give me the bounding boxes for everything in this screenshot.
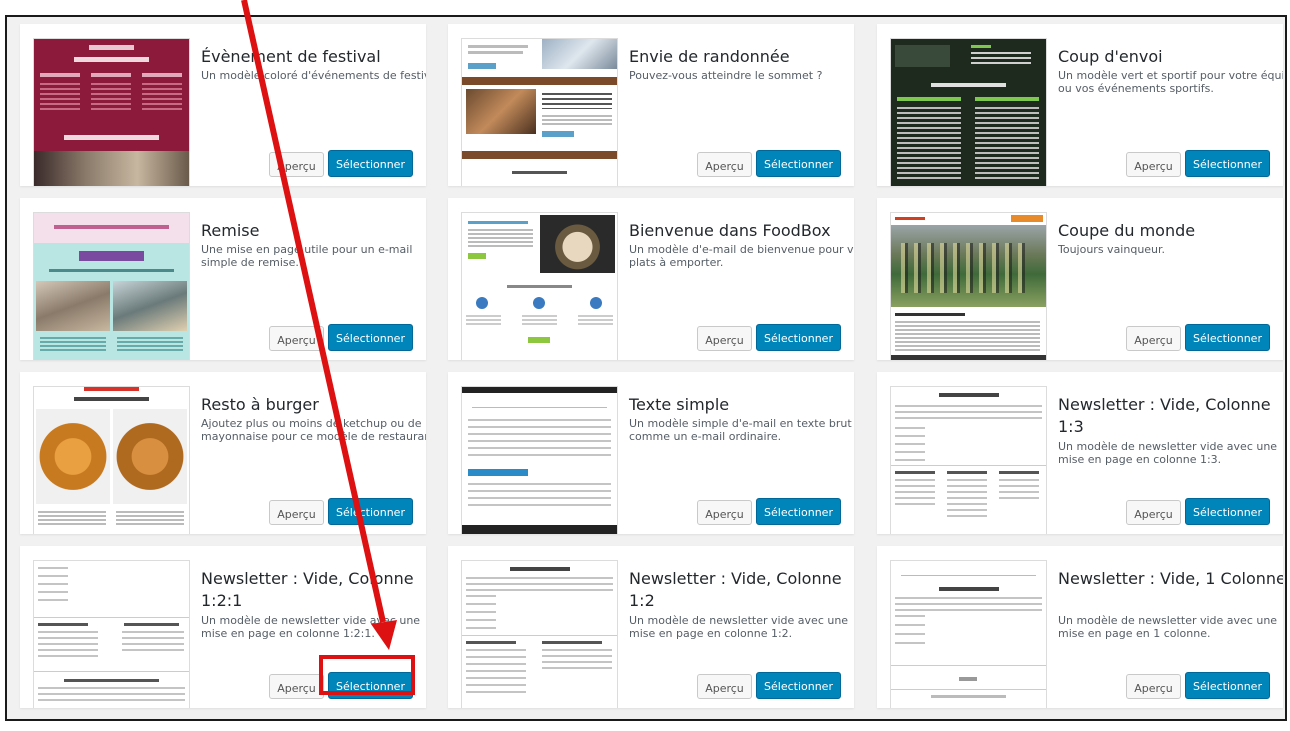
template-card-randonnee: Envie de randonnée Pouvez-vous atteindre…: [448, 24, 854, 186]
template-description: Un modèle de newsletter vide avec une mi…: [201, 614, 421, 640]
select-button[interactable]: Sélectionner: [756, 498, 841, 525]
select-button[interactable]: Sélectionner: [756, 324, 841, 351]
template-card-newsletter-1-2-1: Newsletter : Vide, Colonne 1:2:1 Un modè…: [20, 546, 426, 708]
preview-button[interactable]: Aperçu: [269, 500, 324, 525]
template-title: Envie de randonnée: [629, 47, 790, 66]
select-button[interactable]: Sélectionner: [756, 672, 841, 699]
preview-button[interactable]: Aperçu: [697, 152, 752, 177]
preview-button[interactable]: Aperçu: [697, 326, 752, 351]
select-button[interactable]: Sélectionner: [1185, 498, 1270, 525]
select-button[interactable]: Sélectionner: [328, 324, 413, 351]
template-card-newsletter-1-colonne: Newsletter : Vide, 1 Colonne Un modèle d…: [877, 546, 1283, 708]
template-title: Resto à burger: [201, 395, 319, 414]
template-title: Évènement de festival: [201, 47, 381, 66]
template-thumbnail[interactable]: [461, 386, 618, 534]
template-description: Un modèle vert et sportif pour votre équ…: [1058, 69, 1283, 95]
select-button[interactable]: Sélectionner: [1185, 324, 1270, 351]
template-card-remise: Remise Une mise en page utile pour un e-…: [20, 198, 426, 360]
template-title: Newsletter : Vide, Colonne 1:3: [1058, 395, 1271, 436]
select-button[interactable]: Sélectionner: [1185, 150, 1270, 177]
select-button[interactable]: Sélectionner: [328, 498, 413, 525]
template-thumbnail[interactable]: [890, 386, 1047, 534]
template-title: Coupe du monde: [1058, 221, 1196, 240]
select-button[interactable]: Sélectionner: [1185, 672, 1270, 699]
template-description: Un modèle de newsletter vide avec une mi…: [1058, 614, 1278, 640]
template-card-newsletter-1-3: Newsletter : Vide, Colonne 1:3 Un modèle…: [877, 372, 1283, 534]
template-title: Coup d'envoi: [1058, 47, 1163, 66]
template-thumbnail[interactable]: [890, 38, 1047, 186]
template-description: Un modèle coloré d'événements de festiva…: [201, 69, 426, 82]
preview-button[interactable]: Aperçu: [1126, 500, 1181, 525]
template-card-newsletter-1-2: Newsletter : Vide, Colonne 1:2 Un modèle…: [448, 546, 854, 708]
select-button[interactable]: Sélectionner: [328, 150, 413, 177]
template-card-foodbox: Bienvenue dans FoodBox Un modèle d'e-mai…: [448, 198, 854, 360]
preview-button[interactable]: Aperçu: [1126, 674, 1181, 699]
template-title: Texte simple: [629, 395, 730, 414]
template-thumbnail[interactable]: [890, 560, 1047, 708]
template-card-resto-burger: Resto à burger Ajoutez plus ou moins de …: [20, 372, 426, 534]
preview-button[interactable]: Aperçu: [269, 674, 324, 699]
template-card-coupe-du-monde: Coupe du monde Toujours vainqueur. Aperç…: [877, 198, 1283, 360]
template-thumbnail[interactable]: [33, 560, 190, 708]
preview-button[interactable]: Aperçu: [697, 674, 752, 699]
template-description: Un modèle de newsletter vide avec une mi…: [1058, 440, 1278, 466]
template-description: Toujours vainqueur.: [1058, 243, 1166, 256]
template-description: Un modèle simple d'e-mail en texte brut …: [629, 417, 854, 443]
template-thumbnail[interactable]: [461, 560, 618, 708]
template-thumbnail[interactable]: [461, 38, 618, 186]
template-thumbnail[interactable]: [890, 212, 1047, 360]
select-button[interactable]: Sélectionner: [756, 150, 841, 177]
template-description: Un modèle de newsletter vide avec une mi…: [629, 614, 849, 640]
template-thumbnail[interactable]: [461, 212, 618, 360]
preview-button[interactable]: Aperçu: [269, 152, 324, 177]
template-title: Newsletter : Vide, Colonne 1:2: [629, 569, 842, 610]
template-thumbnail[interactable]: [33, 386, 190, 534]
template-thumbnail[interactable]: [33, 38, 190, 186]
template-description: Un modèle d'e-mail de bienvenue pour vos…: [629, 243, 854, 269]
template-card-festival: Évènement de festival Un modèle coloré d…: [20, 24, 426, 186]
template-description: Pouvez-vous atteindre le sommet ?: [629, 69, 823, 82]
template-card-coup-denvoi: Coup d'envoi Un modèle vert et sportif p…: [877, 24, 1283, 186]
preview-button[interactable]: Aperçu: [1126, 152, 1181, 177]
template-thumbnail[interactable]: [33, 212, 190, 360]
preview-button[interactable]: Aperçu: [1126, 326, 1181, 351]
template-title: Newsletter : Vide, 1 Colonne: [1058, 569, 1283, 588]
template-title: Remise: [201, 221, 260, 240]
template-card-texte-simple: Texte simple Un modèle simple d'e-mail e…: [448, 372, 854, 534]
preview-button[interactable]: Aperçu: [697, 500, 752, 525]
select-button[interactable]: Sélectionner: [328, 672, 413, 699]
template-description: Ajoutez plus ou moins de ketchup ou de m…: [201, 417, 426, 443]
template-title: Newsletter : Vide, Colonne 1:2:1: [201, 569, 414, 610]
preview-button[interactable]: Aperçu: [269, 326, 324, 351]
template-description: Une mise en page utile pour un e-mail si…: [201, 243, 413, 269]
template-title: Bienvenue dans FoodBox: [629, 221, 831, 240]
